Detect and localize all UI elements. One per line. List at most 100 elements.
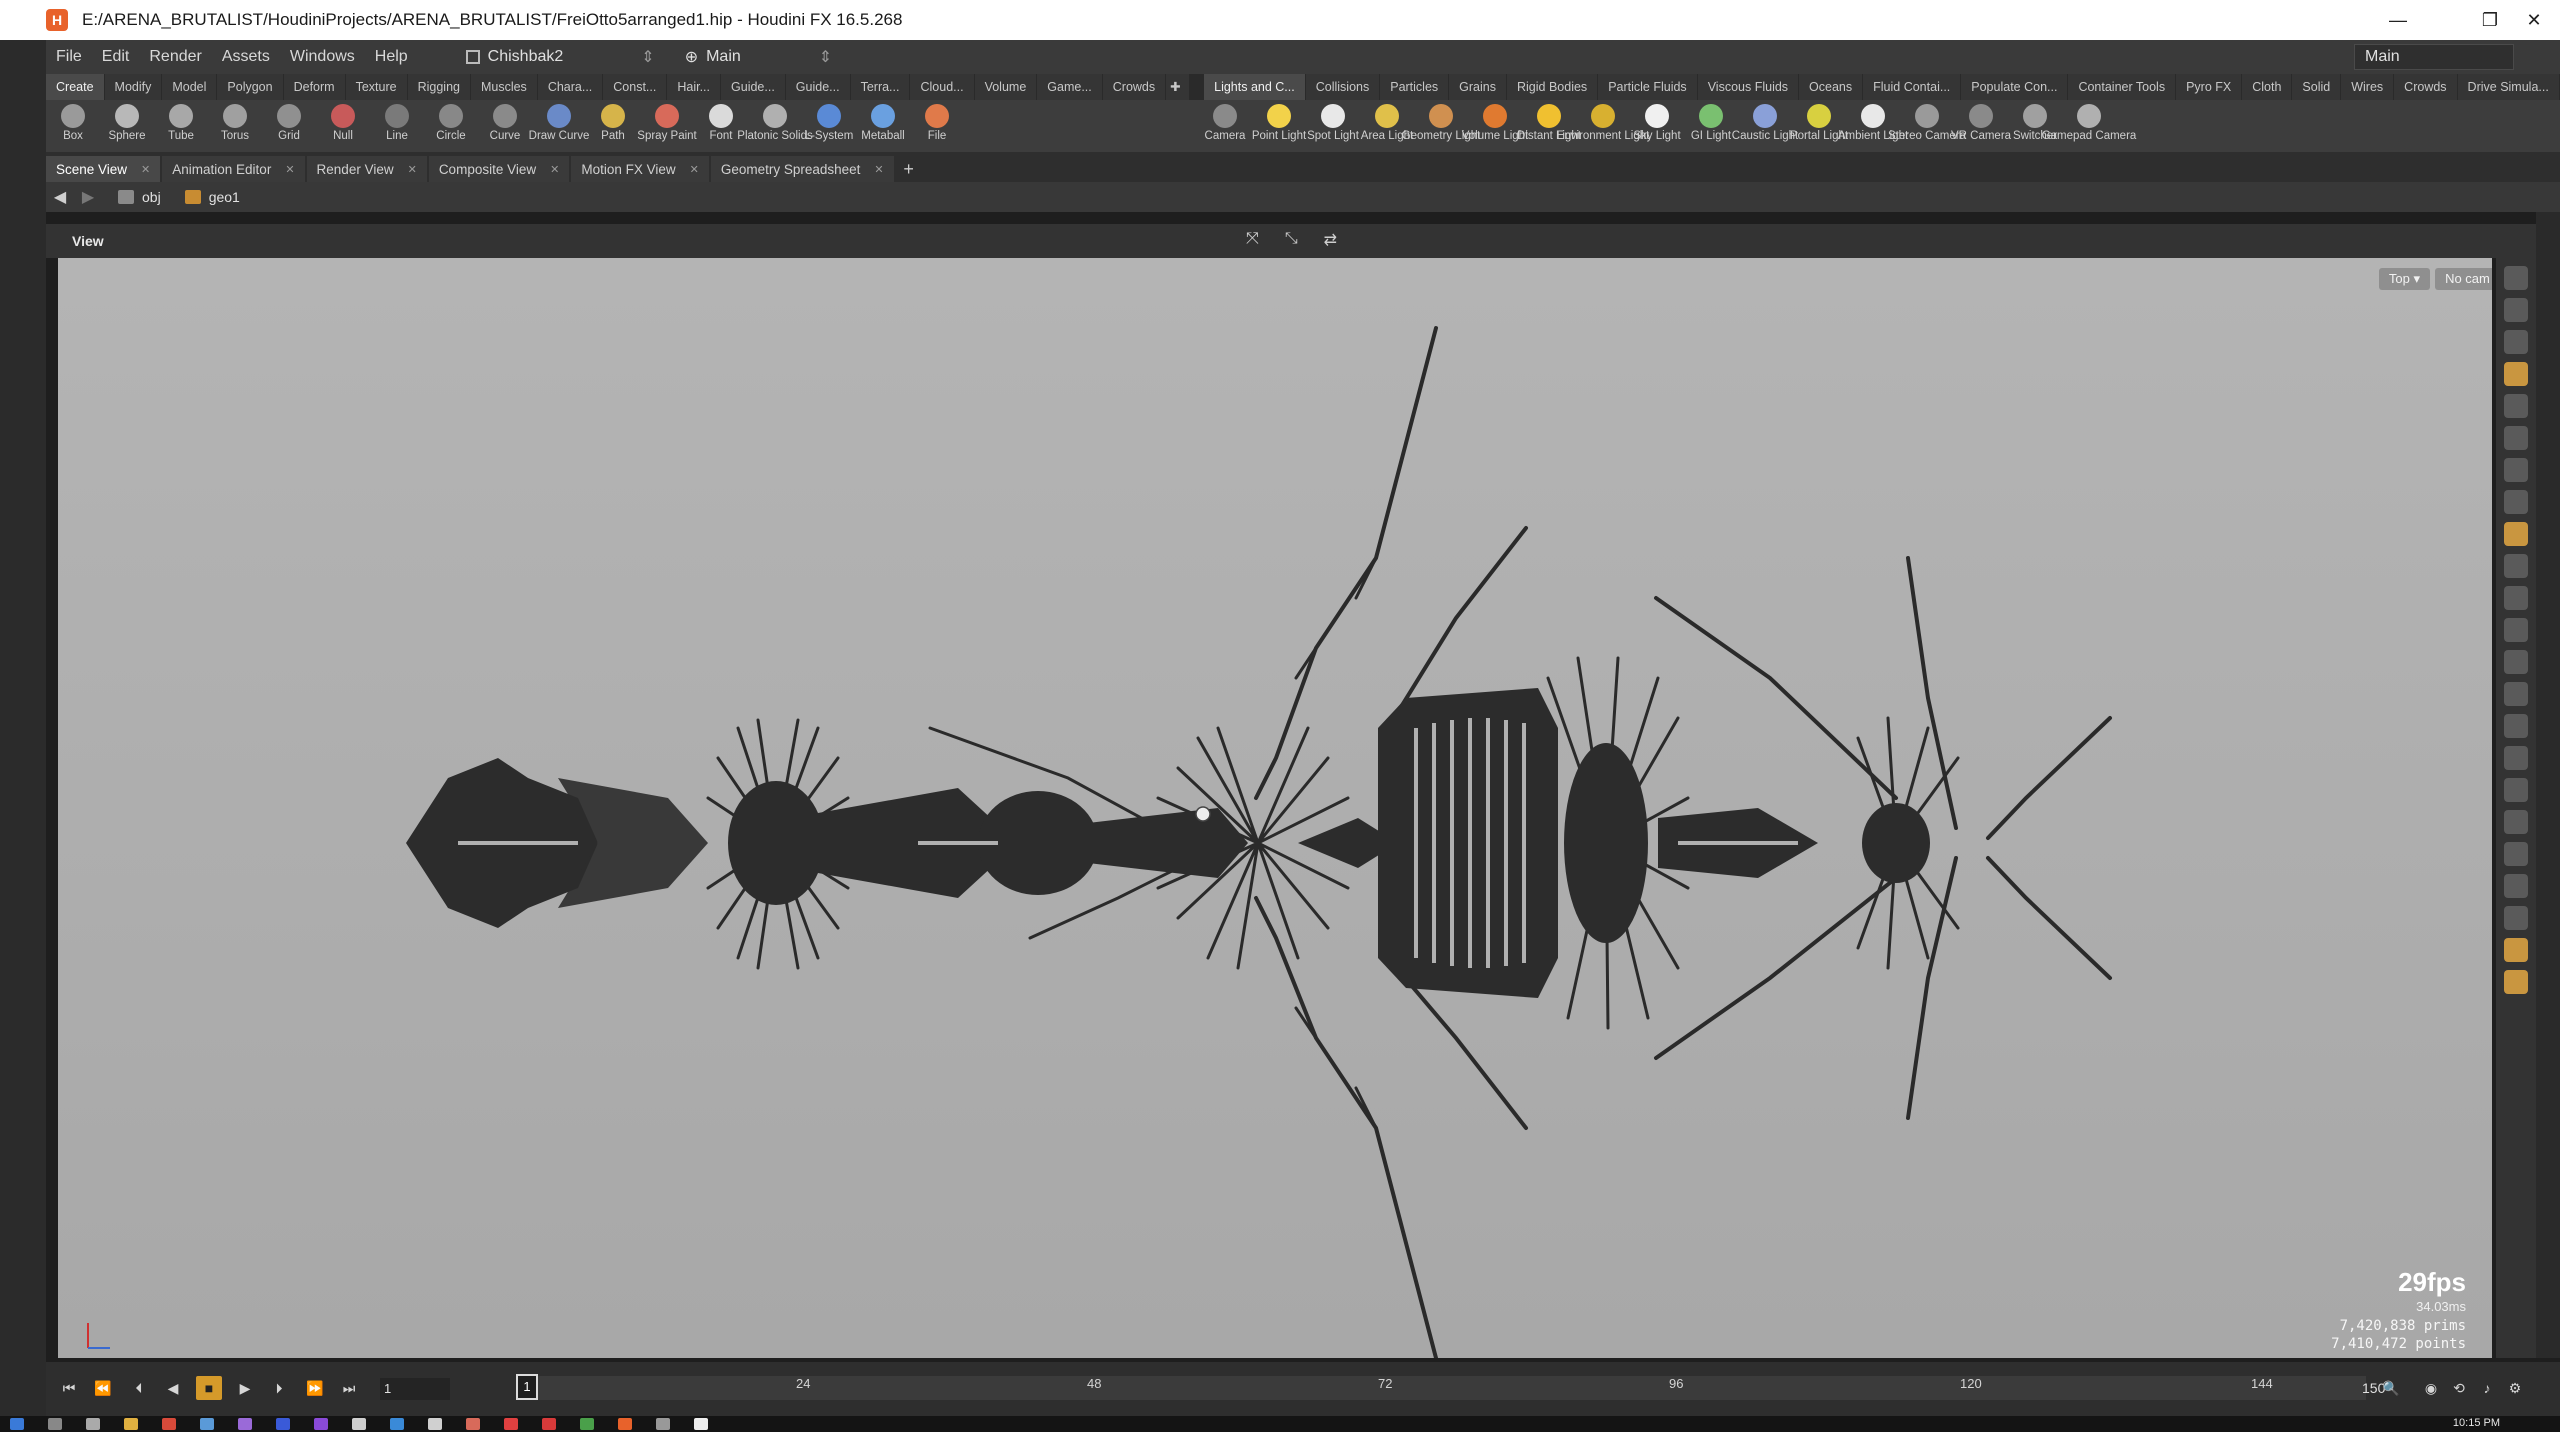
tool-tube[interactable]: Tube [154,100,208,152]
tab-motion-fx-view[interactable]: Motion FX View ✕ [571,156,709,182]
app-icon[interactable] [314,1418,328,1430]
desktop-selector[interactable]: Chishbak2 ⇕ [454,44,667,70]
view-orientation-menu[interactable]: Top ▾ [2378,268,2430,290]
close-button[interactable]: ✕ [2508,0,2560,40]
pan-icon[interactable]: ⤧ [1246,230,1259,250]
zoom-timeline-icon[interactable]: 🔍 [2378,1376,2404,1400]
menu-edit[interactable]: Edit [92,48,140,66]
tool-distant-light[interactable]: Distant Light [1517,100,1581,152]
close-tab-icon[interactable]: ✕ [550,163,559,176]
shelf-tab-viscous-fluids[interactable]: Viscous Fluids [1698,74,1800,100]
shelf-tab-volume[interactable]: Volume [975,74,1038,100]
shading-mode-icon[interactable] [2504,522,2528,546]
vector-icon[interactable] [2504,842,2528,866]
edit-icon[interactable] [2504,650,2528,674]
menu-help[interactable]: Help [365,48,418,66]
start-icon[interactable] [10,1418,24,1430]
tab-scene-view[interactable]: Scene View ✕ [46,156,161,182]
app-icon[interactable] [352,1418,366,1430]
search-icon[interactable] [48,1418,62,1430]
shelf-tab-fluid-contai[interactable]: Fluid Contai... [1863,74,1962,100]
close-tab-icon[interactable]: ✕ [408,163,417,176]
tool-stereo-camera[interactable]: Stereo Camera [1888,100,1966,152]
tool-null[interactable]: Null [316,100,370,152]
tool-torus[interactable]: Torus [208,100,262,152]
shelf-tab-solid[interactable]: Solid [2292,74,2342,100]
point-light-icon[interactable] [2504,490,2528,514]
tool-l-system[interactable]: L-System [802,100,856,152]
box-icon[interactable] [2504,874,2528,898]
shelf-tab-particle-fluids[interactable]: Particle Fluids [1598,74,1698,100]
shelf-tab-particles[interactable]: Particles [1380,74,1450,100]
shelf-tab-crowds[interactable]: Crowds [2394,74,2458,100]
step-back-button[interactable]: ⏴ [126,1376,152,1400]
tool-environment-light[interactable]: Environment Light [1557,100,1649,152]
headlight-icon[interactable] [2504,458,2528,482]
shelf-tab-create[interactable]: Create [46,74,105,100]
shelf-tab-game[interactable]: Game... [1037,74,1103,100]
tool-area-light[interactable]: Area Light [1360,100,1414,152]
app-icon[interactable] [504,1418,518,1430]
guides-icon[interactable] [2504,810,2528,834]
shelf-tab-terra[interactable]: Terra... [851,74,911,100]
right-desktop-selector[interactable]: Main [2354,44,2514,70]
play-button[interactable]: ▶ [232,1376,258,1400]
shelf-tab-texture[interactable]: Texture [346,74,408,100]
tool-volume-light[interactable]: Volume Light [1462,100,1528,152]
tool-path[interactable]: Path [586,100,640,152]
shelf-tab-muscles[interactable]: Muscles [471,74,538,100]
task-view-icon[interactable] [86,1418,100,1430]
shelf-tab-cloud[interactable]: Cloud... [910,74,975,100]
audio-icon[interactable]: ♪ [2474,1376,2500,1400]
tab-render-view[interactable]: Render View ✕ [306,156,427,182]
app-icon[interactable] [466,1418,480,1430]
shelf-tab-hair[interactable]: Hair... [667,74,722,100]
tab-geometry-spreadsheet[interactable]: Geometry Spreadsheet ✕ [710,156,894,182]
ghost-objects-icon[interactable] [2504,362,2528,386]
runtime-selector[interactable]: ⊕ Main ⇕ [673,44,845,70]
app-icon[interactable] [390,1418,404,1430]
close-tab-icon[interactable]: ✕ [141,163,150,176]
timeline-track[interactable]: 1 24 48 72 96 120 144 [516,1374,2366,1400]
close-tab-icon[interactable]: ✕ [690,163,699,176]
tool-caustic-light[interactable]: Caustic Light [1732,100,1798,152]
tool-spot-light[interactable]: Spot Light [1306,100,1360,152]
prev-key-button[interactable]: ⏪ [90,1376,116,1400]
tool-switcher[interactable]: Switcher [2008,100,2062,152]
back-arrow-icon[interactable]: ◀ [46,187,74,207]
app-icon[interactable] [694,1418,708,1430]
tool-metaball[interactable]: Metaball [856,100,910,152]
paint-icon[interactable] [2504,746,2528,770]
tool-gi-light[interactable]: GI Light [1684,100,1738,152]
tool-line[interactable]: Line [370,100,424,152]
next-key-button[interactable]: ⏩ [302,1376,328,1400]
app-icon[interactable] [542,1418,556,1430]
snap-icon[interactable] [2504,554,2528,578]
file-explorer-icon[interactable] [124,1418,138,1430]
light-bulb-icon[interactable] [2504,426,2528,450]
shelf-tab-wires[interactable]: Wires [2341,74,2395,100]
forward-arrow-icon[interactable]: ▶ [74,187,102,207]
tool-sky-light[interactable]: Sky Light [1630,100,1684,152]
menu-render[interactable]: Render [139,48,211,66]
tool-curve[interactable]: Curve [478,100,532,152]
scene-viewport[interactable]: Top ▾ No cam ▾ 29fps 34.03ms 7,420,838 p… [58,258,2492,1358]
app-icon[interactable] [428,1418,442,1430]
realtime-icon[interactable]: ◉ [2418,1376,2444,1400]
app-icon[interactable] [580,1418,594,1430]
shelf-tab-populate-con[interactable]: Populate Con... [1961,74,2069,100]
shelf-tab-const[interactable]: Const... [603,74,668,100]
hand-icon[interactable] [2504,714,2528,738]
chrome-icon[interactable] [162,1418,176,1430]
tool-portal-light[interactable]: Portal Light [1790,100,1848,152]
tool-spray-paint[interactable]: Spray Paint [637,100,697,152]
normals-icon[interactable] [2504,618,2528,642]
app-icon[interactable] [238,1418,252,1430]
breadcrumb-obj[interactable]: obj [142,189,161,205]
tool-file[interactable]: File [910,100,964,152]
dolly-icon[interactable]: ⇄ [1324,230,1337,250]
loop-icon[interactable]: ⟲ [2446,1376,2472,1400]
image-icon[interactable] [2504,938,2528,962]
tool-point-light[interactable]: Point Light [1252,100,1306,152]
tumble-icon[interactable]: ⤡ [1285,230,1298,250]
